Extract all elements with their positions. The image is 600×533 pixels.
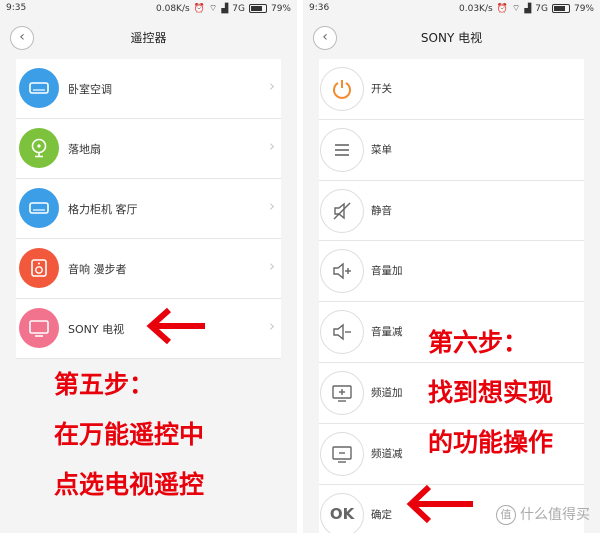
wifi-icon: ⌔ [208, 4, 218, 14]
alarm-icon: ⏰ [496, 3, 508, 14]
watermark-text: 什么值得买 [520, 507, 590, 523]
chevron-right-icon: › [269, 257, 275, 275]
list-item-label: 卧室空调 [68, 83, 112, 96]
button-menu[interactable]: 菜单 [319, 120, 584, 181]
air-conditioner-icon [19, 188, 59, 228]
chevron-right-icon: › [269, 137, 275, 155]
air-conditioner-icon [19, 68, 59, 108]
button-power[interactable]: 开关 [319, 59, 584, 120]
annotation-step5-line2: 在万能遥控中 [54, 420, 205, 449]
annotation-step6-line2: 找到想实现 [428, 378, 554, 407]
title-bar: ‹ SONY 电视 [303, 18, 600, 58]
button-volume-up[interactable]: 音量加 [319, 241, 584, 303]
button-mute[interactable]: 静音 [319, 181, 584, 242]
button-label: 频道加 [371, 386, 403, 399]
network-speed: 0.03K/s [459, 3, 493, 14]
button-label: 音量加 [371, 265, 403, 278]
list-item-label: 格力柜机 客厅 [68, 203, 138, 216]
list-item-gree-ac[interactable]: 格力柜机 客厅 › [16, 179, 281, 239]
page-title: SONY 电视 [420, 31, 483, 45]
tv-icon [19, 308, 59, 348]
status-time: 9:36 [309, 3, 330, 13]
status-right: 0.03K/s ⏰ ⌔ ▟ 7G 79% [459, 3, 594, 15]
chevron-right-icon: › [269, 317, 275, 335]
list-item-label: SONY 电视 [68, 323, 125, 336]
fan-icon [19, 128, 59, 168]
button-label: 菜单 [371, 143, 392, 156]
battery-icon [551, 4, 570, 13]
list-item-floor-fan[interactable]: 落地扇 › [16, 119, 281, 179]
red-arrow-icon [406, 484, 473, 524]
channel-up-icon [320, 370, 364, 415]
status-bar: 9:35 0.08K/s ⏰ ⌔ ▟ 7G 79% [0, 0, 297, 18]
button-label: 静音 [371, 204, 392, 217]
speaker-icon [19, 248, 59, 288]
menu-icon [320, 127, 364, 172]
channel-down-icon [320, 431, 364, 476]
network-type: 7G [535, 3, 548, 14]
annotation-step5-line3: 点选电视遥控 [54, 470, 205, 499]
title-bar: ‹ 遥控器 [0, 18, 297, 58]
watermark-badge: 值 [496, 505, 516, 525]
watermark: 值什么值得买 [496, 504, 590, 525]
ok-glyph: OK [329, 504, 355, 523]
signal-icon: ▟ [524, 3, 532, 14]
button-label: 确定 [371, 508, 392, 521]
network-speed: 0.08K/s [156, 3, 190, 14]
chevron-right-icon: › [269, 77, 275, 95]
status-bar: 9:36 0.03K/s ⏰ ⌔ ▟ 7G 79% [303, 0, 600, 18]
button-label: 开关 [371, 83, 392, 95]
ok-icon: OK [320, 492, 364, 533]
power-icon [320, 67, 364, 111]
volume-up-icon [320, 249, 364, 294]
status-time: 9:35 [6, 3, 27, 13]
annotation-step5-line1: 第五步： [54, 370, 155, 399]
battery-icon [248, 4, 267, 13]
button-label: 音量减 [371, 326, 403, 339]
left-screen: 9:35 0.08K/s ⏰ ⌔ ▟ 7G 79% ‹ 遥控器 卧室空调 › 落… [0, 0, 297, 533]
volume-down-icon [320, 310, 364, 355]
battery-level: 79% [270, 3, 291, 14]
list-item-label: 音响 漫步者 [68, 263, 127, 276]
wifi-icon: ⌔ [511, 4, 521, 14]
list-item-label: 落地扇 [68, 143, 101, 156]
annotation-step6-line3: 的功能操作 [428, 428, 554, 457]
button-label: 频道减 [371, 447, 403, 460]
red-arrow-icon [146, 307, 205, 345]
network-type: 7G [232, 3, 245, 14]
mute-icon [320, 188, 364, 233]
list-item-speaker[interactable]: 音响 漫步者 › [16, 239, 281, 299]
status-right: 0.08K/s ⏰ ⌔ ▟ 7G 79% [156, 3, 291, 15]
battery-level: 79% [573, 3, 594, 14]
annotation-step6-line1: 第六步： [428, 328, 529, 357]
alarm-icon: ⏰ [193, 3, 205, 14]
list-item-bedroom-ac[interactable]: 卧室空调 › [16, 59, 281, 119]
chevron-right-icon: › [269, 197, 275, 215]
signal-icon: ▟ [221, 3, 229, 14]
right-screen: 9:36 0.03K/s ⏰ ⌔ ▟ 7G 79% ‹ SONY 电视 开关 菜… [303, 0, 600, 533]
page-title: 遥控器 [130, 31, 167, 45]
tv-button-list: 开关 菜单 静音 音量加 音量减 频道加 频道减 OK 确定 [319, 59, 584, 533]
